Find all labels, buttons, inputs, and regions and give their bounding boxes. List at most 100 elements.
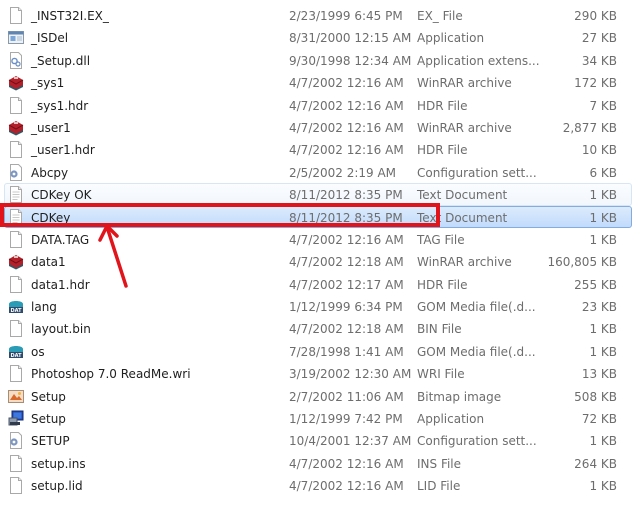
file-type: HDR File xyxy=(417,98,468,113)
blank-file-icon xyxy=(8,454,24,472)
file-name: setup.lid xyxy=(31,479,83,494)
file-name: Setup xyxy=(31,412,66,427)
file-row[interactable]: _sys1 4/7/2002 12:16 AM WinRAR archive 172 … xyxy=(4,71,632,93)
file-name: data1.hdr xyxy=(31,277,90,292)
config-settings-icon xyxy=(8,432,24,450)
file-size: 264 KB xyxy=(574,456,617,471)
file-row[interactable]: _ISDel 8/31/2000 12:15 AM Application 27 KB xyxy=(4,26,632,48)
svg-text:DAT: DAT xyxy=(10,308,22,314)
file-date-modified: 2/23/1999 6:45 PM xyxy=(289,9,403,23)
file-name: layout.bin xyxy=(31,322,91,337)
file-row[interactable]: Setup 2/7/2002 11:06 AM Bitmap image 508 KB xyxy=(4,385,632,407)
gom-media-dat-icon: DAT xyxy=(8,298,24,315)
bitmap-image-icon xyxy=(8,388,24,405)
config-settings-icon xyxy=(8,163,24,181)
file-size: 1 KB xyxy=(589,232,617,247)
winrar-archive-icon xyxy=(8,119,24,136)
blank-file-icon xyxy=(8,96,24,114)
winrar-archive-icon xyxy=(8,74,24,91)
file-size: 255 KB xyxy=(574,277,617,292)
file-name: data1 xyxy=(31,255,66,270)
file-type: Application extens... xyxy=(417,53,540,68)
file-type: WinRAR archive xyxy=(417,255,512,270)
file-type: HDR File xyxy=(417,143,468,158)
svg-text:DAT: DAT xyxy=(10,353,22,359)
file-date-modified: 8/11/2012 8:35 PM xyxy=(289,188,403,203)
file-size: 13 KB xyxy=(581,367,617,382)
file-size: 1 KB xyxy=(589,479,617,494)
file-size: 72 KB xyxy=(581,412,617,427)
file-name: os xyxy=(31,344,45,359)
file-date-modified: 7/28/1998 1:41 AM xyxy=(289,344,404,359)
file-date-modified: 4/7/2002 12:17 AM xyxy=(289,277,404,292)
red-arrow-annotation xyxy=(98,224,128,288)
file-type: WinRAR archive xyxy=(417,120,512,135)
file-row[interactable]: layout.bin 4/7/2002 12:18 AM BIN File 1 KB xyxy=(4,317,632,339)
file-row[interactable]: DAT lang 1/12/1999 6:34 PM GOM Media file(.… xyxy=(4,295,632,317)
file-date-modified: 4/7/2002 12:16 AM xyxy=(289,120,404,135)
file-size: 2,877 KB xyxy=(562,120,617,135)
red-highlight-annotation xyxy=(0,203,440,227)
blank-file-icon xyxy=(8,320,24,338)
file-name: _user1.hdr xyxy=(31,143,95,158)
file-size: 10 KB xyxy=(581,143,617,158)
file-name: Setup xyxy=(31,389,66,404)
blank-file-icon xyxy=(8,7,24,24)
file-row[interactable]: DAT os 7/28/1998 1:41 AM GOM Media file(.d.… xyxy=(4,340,632,362)
file-date-modified: 4/7/2002 12:16 AM xyxy=(289,143,404,158)
blank-file-icon xyxy=(8,230,24,248)
file-size: 23 KB xyxy=(581,300,617,315)
text-document-icon xyxy=(8,186,24,204)
file-type: GOM Media file(.d... xyxy=(417,300,536,315)
file-date-modified: 10/4/2001 12:37 AM xyxy=(289,434,412,449)
file-size: 27 KB xyxy=(581,31,617,46)
file-size: 7 KB xyxy=(589,98,617,113)
file-date-modified: 2/5/2002 2:19 AM xyxy=(289,165,397,180)
file-row[interactable]: setup.ins 4/7/2002 12:16 AM INS File 264 KB xyxy=(4,452,632,474)
file-row[interactable]: _sys1.hdr 4/7/2002 12:16 AM HDR File 7 KB xyxy=(4,94,632,116)
file-date-modified: 2/7/2002 11:06 AM xyxy=(289,389,404,404)
file-date-modified: 4/7/2002 12:16 AM xyxy=(289,76,404,91)
file-type: Application xyxy=(417,412,485,427)
file-row[interactable]: _Setup.dll 9/30/1998 12:34 AM Application … xyxy=(4,49,632,71)
file-size: 6 KB xyxy=(589,165,617,180)
dll-gear-icon xyxy=(8,51,24,69)
file-date-modified: 4/7/2002 12:16 AM xyxy=(289,232,404,247)
file-name: _sys1 xyxy=(31,76,65,91)
file-type: Application xyxy=(417,31,485,46)
file-size: 1 KB xyxy=(589,322,617,337)
file-size: 1 KB xyxy=(589,210,617,225)
file-date-modified: 4/7/2002 12:16 AM xyxy=(289,479,404,494)
file-date-modified: 9/30/1998 12:34 AM xyxy=(289,53,412,68)
gom-media-dat-icon: DAT xyxy=(8,343,24,360)
file-row[interactable]: Setup 1/12/1999 7:42 PM Application 72 KB xyxy=(4,407,632,429)
application-window-icon xyxy=(8,29,24,46)
file-type: WRI File xyxy=(417,367,465,382)
file-name: setup.ins xyxy=(31,456,86,471)
file-date-modified: 8/31/2000 12:15 AM xyxy=(289,31,412,46)
file-size: 172 KB xyxy=(574,76,617,91)
file-row[interactable]: _user1 4/7/2002 12:16 AM WinRAR archive 2,8… xyxy=(4,116,632,138)
file-size: 34 KB xyxy=(581,53,617,68)
file-date-modified: 4/7/2002 12:16 AM xyxy=(289,456,404,471)
file-name: _user1 xyxy=(31,120,71,135)
blank-file-icon xyxy=(8,477,24,495)
file-row[interactable]: Abcpy 2/5/2002 2:19 AM Configuration sett.… xyxy=(4,161,632,183)
file-date-modified: 4/7/2002 12:18 AM xyxy=(289,322,404,337)
file-size: 160,805 KB xyxy=(547,255,617,270)
file-type: TAG File xyxy=(417,232,465,247)
file-size: 508 KB xyxy=(574,389,617,404)
file-row[interactable]: _INST32I.EX_ 2/23/1999 6:45 PM EX_ File 290… xyxy=(4,4,632,26)
file-row[interactable]: _user1.hdr 4/7/2002 12:16 AM HDR File 10 KB xyxy=(4,138,632,160)
file-type: WinRAR archive xyxy=(417,76,512,91)
file-row[interactable]: SETUP 10/4/2001 12:37 AM Configuration set… xyxy=(4,429,632,451)
file-type: Text Document xyxy=(417,188,508,203)
file-date-modified: 4/7/2002 12:16 AM xyxy=(289,98,404,113)
file-type: GOM Media file(.d... xyxy=(417,344,536,359)
file-row[interactable]: setup.lid 4/7/2002 12:16 AM LID File 1 KB xyxy=(4,474,632,496)
file-size: 1 KB xyxy=(589,188,617,203)
file-date-modified: 1/12/1999 7:42 PM xyxy=(289,412,403,427)
file-row[interactable]: Photoshop 7.0 ReadMe.wri 3/19/2002 12:30 … xyxy=(4,362,632,384)
file-type: EX_ File xyxy=(417,9,463,23)
file-name: Photoshop 7.0 ReadMe.wri xyxy=(31,367,191,382)
